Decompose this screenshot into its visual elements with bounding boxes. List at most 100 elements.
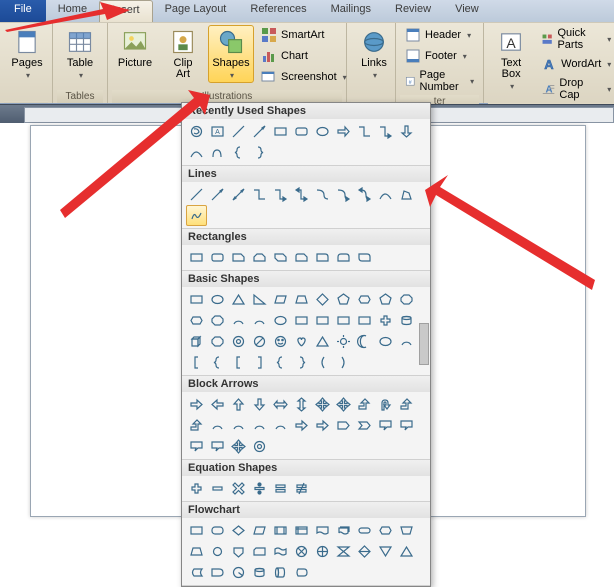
tab-references[interactable]: References <box>238 0 318 22</box>
shape-multi[interactable] <box>333 520 354 541</box>
shape-multiply[interactable] <box>228 478 249 499</box>
shape-light[interactable] <box>312 331 333 352</box>
dropcap-button[interactable]: ADrop Cap▾ <box>536 75 614 103</box>
shape-elbow-connector[interactable] <box>354 121 375 142</box>
shape-term[interactable] <box>354 520 375 541</box>
shape-pent[interactable] <box>333 289 354 310</box>
shape-sort[interactable] <box>354 541 375 562</box>
footer-button[interactable]: Footer▾ <box>400 46 472 66</box>
shape-card[interactable] <box>249 541 270 562</box>
shape-uturn[interactable] <box>375 394 396 415</box>
shape-data[interactable] <box>249 520 270 541</box>
shape-can[interactable] <box>396 310 417 331</box>
shape-elbow-double[interactable] <box>291 184 312 205</box>
shape-textbox[interactable] <box>186 289 207 310</box>
shape-line-double-arrow[interactable] <box>228 184 249 205</box>
shape-curvu[interactable] <box>270 415 291 436</box>
links-button[interactable]: Links▾ <box>351 25 397 83</box>
shape-delay[interactable] <box>207 562 228 583</box>
shape-predef[interactable] <box>270 520 291 541</box>
shape-minus[interactable] <box>207 478 228 499</box>
shape-man[interactable] <box>396 520 417 541</box>
shape-lbrk[interactable] <box>228 352 249 373</box>
shape-circ[interactable] <box>249 436 270 457</box>
shape-chev[interactable] <box>354 415 375 436</box>
shape-bent[interactable] <box>354 394 375 415</box>
shape-quad[interactable] <box>312 394 333 415</box>
shape-curved-arrow[interactable] <box>333 184 354 205</box>
shape-lshape[interactable] <box>333 310 354 331</box>
shape-qcall[interactable] <box>228 436 249 457</box>
shape-tri[interactable] <box>228 289 249 310</box>
shape-dbrc[interactable] <box>207 352 228 373</box>
smartart-button[interactable]: SmartArt <box>256 25 352 45</box>
shape-al[interactable] <box>207 394 228 415</box>
shape-rectangle[interactable] <box>270 121 291 142</box>
clipart-button[interactable]: Clip Art <box>160 25 206 83</box>
shape-rtri[interactable] <box>249 289 270 310</box>
shape-curvr[interactable] <box>207 415 228 436</box>
screenshot-button[interactable]: Screenshot▾ <box>256 67 352 87</box>
tab-pagelayout[interactable]: Page Layout <box>153 0 239 22</box>
shape-proc[interactable] <box>186 520 207 541</box>
shape-divide[interactable] <box>249 478 270 499</box>
shape-oct[interactable] <box>396 289 417 310</box>
shape-half[interactable] <box>312 310 333 331</box>
shape-alt[interactable] <box>207 520 228 541</box>
shape-tape[interactable] <box>270 541 291 562</box>
shape-dec[interactable] <box>186 310 207 331</box>
shape-arrow-down[interactable] <box>396 121 417 142</box>
shape-rounded-rect[interactable] <box>291 121 312 142</box>
shape-donut[interactable] <box>228 331 249 352</box>
shape-ucall[interactable] <box>186 436 207 457</box>
shape-not-equal[interactable] <box>291 478 312 499</box>
shape-sum[interactable] <box>291 541 312 562</box>
shape-rbrk[interactable] <box>249 352 270 373</box>
shape-cube[interactable] <box>186 331 207 352</box>
textbox-button[interactable]: A Text Box▾ <box>488 25 534 94</box>
shape-mag[interactable] <box>249 562 270 583</box>
shape-merge[interactable] <box>396 541 417 562</box>
shape-equal[interactable] <box>270 478 291 499</box>
shape-ar[interactable] <box>186 394 207 415</box>
shape-rpar[interactable] <box>333 352 354 373</box>
shape-bevel[interactable] <box>207 331 228 352</box>
shape-trap[interactable] <box>291 289 312 310</box>
shape-smile[interactable] <box>270 331 291 352</box>
shape-seq[interactable] <box>228 562 249 583</box>
shape-curvl[interactable] <box>228 415 249 436</box>
pagenumber-button[interactable]: #Page Number▾ <box>400 67 479 95</box>
shape-dcall[interactable] <box>396 415 417 436</box>
shape-or[interactable] <box>312 541 333 562</box>
shape-arrow-right[interactable] <box>333 121 354 142</box>
shape-plus[interactable] <box>186 478 207 499</box>
shape-alr[interactable] <box>270 394 291 415</box>
shape-dodec[interactable] <box>207 310 228 331</box>
shape-doc[interactable] <box>312 520 333 541</box>
shape-line-arrow[interactable] <box>249 121 270 142</box>
shape-lcall[interactable] <box>207 436 228 457</box>
shape-moon[interactable] <box>354 331 375 352</box>
shapes-button[interactable]: Shapes▾ <box>208 25 254 83</box>
shape-curvd[interactable] <box>249 415 270 436</box>
chart-button[interactable]: Chart <box>256 46 352 66</box>
shape-curved-connector[interactable] <box>312 184 333 205</box>
shape-round-same[interactable] <box>333 247 354 268</box>
shape-round-rect[interactable] <box>207 247 228 268</box>
quickparts-button[interactable]: Quick Parts▾ <box>536 25 614 53</box>
shape-lup[interactable] <box>396 394 417 415</box>
shape-oval[interactable] <box>312 121 333 142</box>
shape-stor[interactable] <box>186 562 207 583</box>
shape-pie[interactable] <box>228 310 249 331</box>
tab-review[interactable]: Review <box>383 0 443 22</box>
shape-brace-left[interactable] <box>228 142 249 163</box>
shape-notch[interactable] <box>312 415 333 436</box>
shape-arc[interactable] <box>396 331 417 352</box>
shape-oval[interactable] <box>207 289 228 310</box>
shape-curve-tool[interactable] <box>375 184 396 205</box>
shape-elbow[interactable] <box>249 184 270 205</box>
shape-round-single[interactable] <box>312 247 333 268</box>
shape-hept[interactable] <box>375 289 396 310</box>
shape-round-diag[interactable] <box>354 247 375 268</box>
tab-mailings[interactable]: Mailings <box>319 0 383 22</box>
